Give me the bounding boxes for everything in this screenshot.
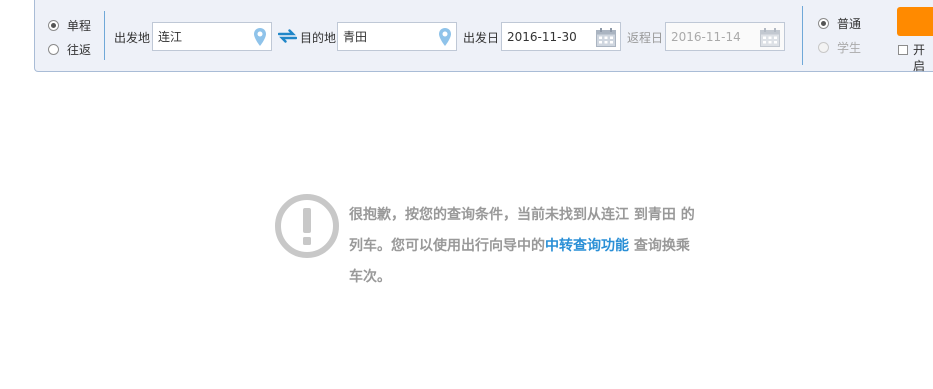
return-date-input[interactable]: 2016-11-14 [665,22,785,51]
depart-date-input[interactable]: 2016-11-30 [501,22,621,51]
message-text: 到 [629,207,648,223]
student-ticket-radio[interactable] [818,42,829,53]
from-station-input[interactable]: 连江 [152,22,272,51]
student-ticket-option[interactable]: 学生 [818,39,861,56]
round-trip-option[interactable]: 往返 [48,41,91,58]
message-text: 很抱歉，按您的查询条件，当前未找到从 [349,207,601,223]
option-checkbox-label: 开启 [913,43,926,73]
warning-icon [274,193,340,262]
transfer-query-link[interactable]: 中转查询功能 [545,238,629,254]
message-line-3: 车次。 [349,262,779,293]
to-label: 目的地 [300,31,337,45]
message-line-2: 列车。您可以使用出行向导中的中转查询功能 查询换乘 [349,231,779,262]
depart-date-label: 出发日 [463,31,500,45]
divider [104,11,105,60]
normal-ticket-option[interactable]: 普通 [818,15,861,32]
one-way-label: 单程 [67,19,92,33]
message-to-station: 青田 [647,207,676,223]
location-pin-icon[interactable] [253,27,267,50]
return-date-value: 2016-11-14 [671,29,741,44]
one-way-radio[interactable] [48,20,59,31]
to-station-input[interactable]: 青田 [337,22,457,51]
normal-ticket-radio[interactable] [818,18,829,29]
no-results-message: 很抱歉，按您的查询条件，当前未找到从连江 到青田 的 列车。您可以使用出行向导中… [349,200,779,293]
one-way-option[interactable]: 单程 [48,17,91,34]
message-from-station: 连江 [601,207,629,223]
message-text: 查询换乘 [629,238,690,254]
search-bar: 单程 往返 出发地 连江 目的地 青田 出发日 2016-11-30 返程日 2… [34,0,933,72]
to-station-value: 青田 [343,30,368,44]
message-line-1: 很抱歉，按您的查询条件，当前未找到从连江 到青田 的 [349,200,779,231]
message-text: 的 [675,207,695,223]
divider [802,6,803,65]
location-pin-icon[interactable] [438,27,452,50]
message-text: 列车。您可以使用出行向导中的 [349,238,545,254]
student-ticket-label: 学生 [837,41,862,55]
round-trip-radio[interactable] [48,44,59,55]
calendar-icon[interactable] [596,28,616,50]
swap-stations-icon[interactable] [277,29,298,46]
query-button[interactable] [897,7,933,36]
from-label: 出发地 [114,31,151,45]
from-station-value: 连江 [158,30,183,44]
calendar-icon[interactable] [760,28,780,50]
return-date-label: 返程日 [627,31,664,45]
depart-date-value: 2016-11-30 [507,29,577,44]
option-checkbox[interactable] [898,45,908,55]
message-text: 车次。 [349,269,391,285]
round-trip-label: 往返 [67,43,92,57]
normal-ticket-label: 普通 [837,17,862,31]
